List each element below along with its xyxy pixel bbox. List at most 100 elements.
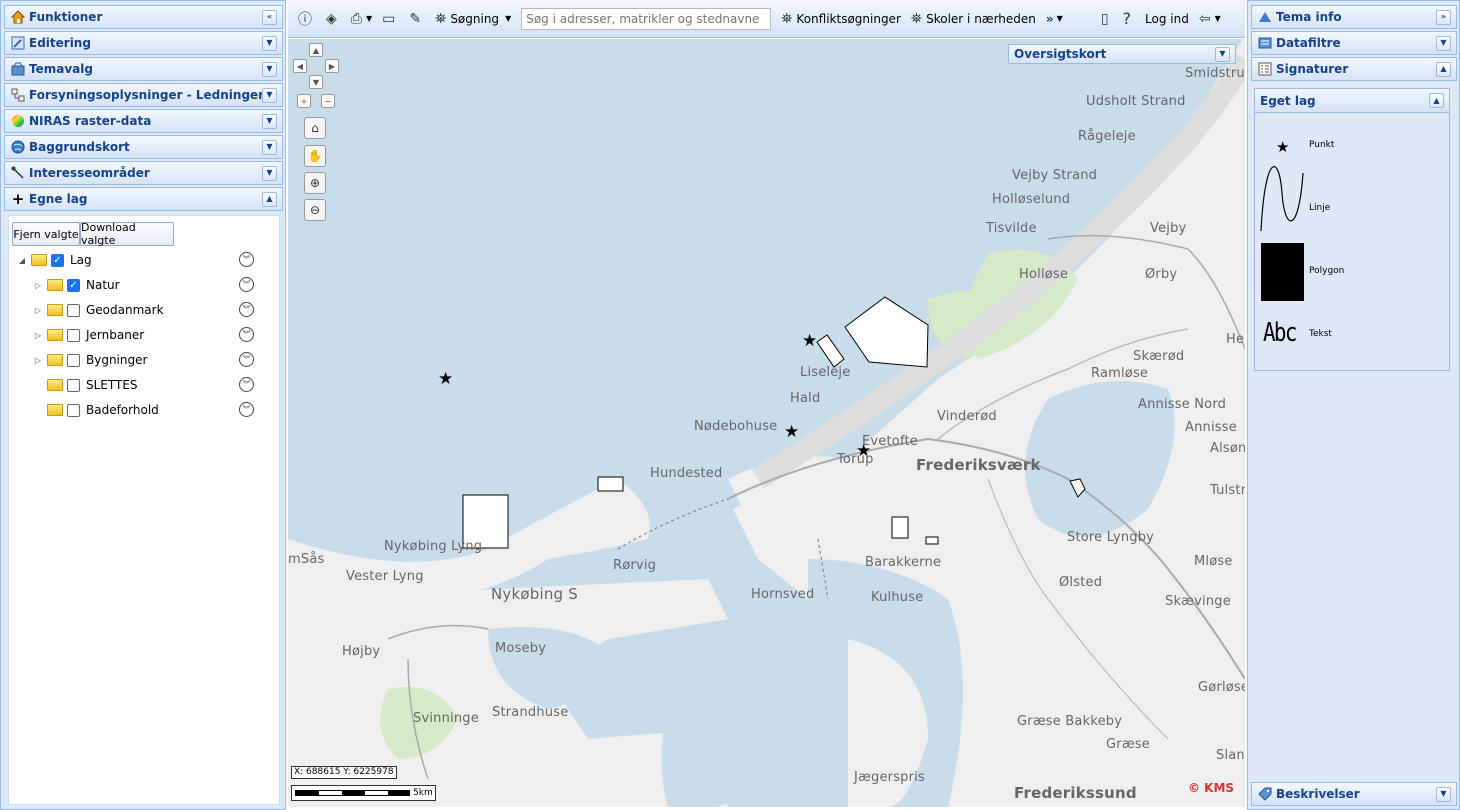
pan-right-button[interactable]: ▶ <box>325 59 339 73</box>
layer-options-icon[interactable]: ︾ <box>239 302 254 317</box>
measure-button[interactable]: ▭ <box>382 11 399 27</box>
panel-header-label: Editering <box>29 36 91 50</box>
panel-header-beskrivelser[interactable]: Beskrivelser ▼ <box>1251 782 1457 806</box>
zoom-in-small-button[interactable]: + <box>297 94 311 108</box>
tree-expand-closed-icon[interactable]: ▷ <box>33 331 43 340</box>
layer-options-icon[interactable]: ︾ <box>239 377 254 392</box>
legend-group-header[interactable]: Eget lag ▲ <box>1255 89 1449 113</box>
home-button[interactable]: ⌂ <box>304 117 326 139</box>
chevron-up-icon[interactable]: ▲ <box>1436 61 1451 77</box>
folder-icon <box>47 304 63 316</box>
tree-node-slettes[interactable]: SLETTES <box>33 373 138 397</box>
panel-header-tema-info[interactable]: Tema info » <box>1251 5 1457 29</box>
place-label: Græse Bakkeby <box>1017 714 1123 729</box>
chevron-down-icon[interactable]: ▼ <box>262 61 277 77</box>
color-wheel-icon <box>10 113 26 129</box>
layer-checkbox[interactable] <box>67 403 80 417</box>
help-icon: ? <box>1122 9 1132 28</box>
logout-button[interactable]: ⇦ ▼ <box>1199 11 1221 27</box>
layer-checkbox[interactable] <box>67 353 80 367</box>
schools-nearby-button[interactable]: ⛯ Skoler i nærheden <box>911 11 1036 27</box>
pan-down-button[interactable]: ▼ <box>309 75 323 89</box>
layer-options-icon[interactable]: ︾ <box>239 402 254 417</box>
conflict-search-button[interactable]: ⛯ Konfliktsøgninger <box>781 11 901 27</box>
chevron-up-icon[interactable]: ▲ <box>1429 93 1444 108</box>
panel-header-editering[interactable]: Editering ▼ <box>4 31 283 55</box>
collapse-right-icon[interactable]: » <box>1436 9 1451 25</box>
more-tools-button[interactable]: » ▼ <box>1046 12 1063 26</box>
left-panel: Funktioner « Editering ▼ Temavalg ▼ Fors… <box>0 0 286 810</box>
tree-node-label: Bygninger <box>86 353 148 367</box>
tree-node-lag[interactable]: ◢ ✓ Lag <box>17 248 92 272</box>
layer-options-icon[interactable]: ︾ <box>239 327 254 342</box>
address-search-input[interactable] <box>521 7 772 30</box>
layer-options-icon[interactable]: ︾ <box>239 277 254 292</box>
tree-node-bygninger[interactable]: ▷ Bygninger <box>33 348 148 372</box>
pan-left-button[interactable]: ◀ <box>293 59 307 73</box>
panel-header-label: Beskrivelser <box>1276 787 1360 801</box>
chevron-down-icon[interactable]: ▼ <box>1436 35 1451 51</box>
pan-up-button[interactable]: ▲ <box>309 43 323 57</box>
panel-header-niras[interactable]: NIRAS raster-data ▼ <box>4 109 283 133</box>
chevron-down-icon[interactable]: ▼ <box>262 139 277 155</box>
help-button[interactable]: ? <box>1123 9 1136 28</box>
zoom-in-tool-button[interactable]: ⊕ <box>304 172 326 194</box>
pan-tool-button[interactable]: ✋ <box>304 145 326 167</box>
place-label: Torup <box>837 452 874 467</box>
layer-checkbox[interactable] <box>67 328 80 342</box>
chevron-down-icon[interactable]: ▼ <box>1215 46 1230 62</box>
place-label: Holløse <box>1019 267 1069 282</box>
panel-header-forsyning[interactable]: Forsyningsoplysninger - Ledninger ▼ <box>4 83 283 107</box>
chevron-down-icon[interactable]: ▼ <box>262 35 277 51</box>
layer-options-icon[interactable]: ︾ <box>239 352 254 367</box>
tree-expand-closed-icon[interactable]: ▷ <box>33 356 43 365</box>
panel-header-datafiltre[interactable]: Datafiltre ▼ <box>1251 31 1457 55</box>
zoom-out-tool-button[interactable]: ⊖ <box>304 199 326 221</box>
place-label: Tisvilde <box>986 221 1037 236</box>
search-menu-button[interactable]: ⛯ Søgning ▼ <box>435 11 511 27</box>
mobile-button[interactable]: ▯ <box>1101 11 1113 27</box>
download-selected-button[interactable]: Download valgte <box>80 221 174 247</box>
tree-node-natur[interactable]: ▷ ✓ Natur <box>33 273 120 297</box>
panel-header-baggrundskort[interactable]: Baggrundskort ▼ <box>4 135 283 159</box>
info-button[interactable]: ⓘ <box>298 9 316 29</box>
place-label: Svinninge <box>413 711 479 726</box>
triangle-icon <box>1257 9 1273 25</box>
tree-node-badeforhold[interactable]: Badeforhold <box>33 398 159 422</box>
map-canvas[interactable]: ★ ★ ★ ★ Smidstru Udsholt Strand Rågeleje… <box>288 39 1245 807</box>
draw-button[interactable]: ✎ <box>409 11 425 27</box>
panel-header-funktioner[interactable]: Funktioner « <box>4 5 283 29</box>
chevron-down-icon[interactable]: ▼ <box>1436 786 1451 802</box>
tree-node-jernbaner[interactable]: ▷ Jernbaner <box>33 323 144 347</box>
panel-header-interesse[interactable]: Interesseområder ▼ <box>4 161 283 185</box>
folder-icon <box>47 404 63 416</box>
chevron-down-icon[interactable]: ▼ <box>262 87 277 103</box>
panel-header-signaturer[interactable]: Signaturer ▲ <box>1251 57 1457 81</box>
overview-map-header[interactable]: Oversigtskort ▼ <box>1008 44 1236 64</box>
layer-checkbox[interactable] <box>67 303 80 317</box>
panel-header-temavalg[interactable]: Temavalg ▼ <box>4 57 283 81</box>
folder-icon <box>47 379 63 391</box>
tree-expand-open-icon[interactable]: ◢ <box>17 256 27 265</box>
chevron-down-icon: ▼ <box>1214 14 1221 23</box>
layer-checkbox[interactable] <box>67 378 80 392</box>
layers-button[interactable]: ◈ <box>326 11 341 27</box>
layer-checkbox[interactable]: ✓ <box>67 278 80 292</box>
collapse-left-icon[interactable]: « <box>262 9 277 25</box>
panel-header-egne-lag[interactable]: + Egne lag ▲ <box>4 187 283 211</box>
copyright-label[interactable]: © KMS <box>1188 781 1234 795</box>
folder-icon <box>31 254 47 266</box>
layer-checkbox[interactable]: ✓ <box>51 253 64 267</box>
chevron-down-icon[interactable]: ▼ <box>262 113 277 129</box>
zoom-out-small-button[interactable]: − <box>321 94 335 108</box>
tree-expand-closed-icon[interactable]: ▷ <box>33 281 43 290</box>
tree-node-geodanmark[interactable]: ▷ Geodanmark <box>33 298 164 322</box>
chevron-up-icon[interactable]: ▲ <box>262 191 277 207</box>
print-button[interactable]: ⎙ ▼ <box>351 11 372 27</box>
tree-expand-closed-icon[interactable]: ▷ <box>33 306 43 315</box>
login-button[interactable]: Log ind <box>1145 12 1189 26</box>
remove-selected-button[interactable]: Fjern valgte <box>12 222 80 246</box>
tag-icon <box>1257 786 1273 802</box>
layer-options-icon[interactable]: ︾ <box>239 252 254 267</box>
chevron-down-icon[interactable]: ▼ <box>262 165 277 181</box>
